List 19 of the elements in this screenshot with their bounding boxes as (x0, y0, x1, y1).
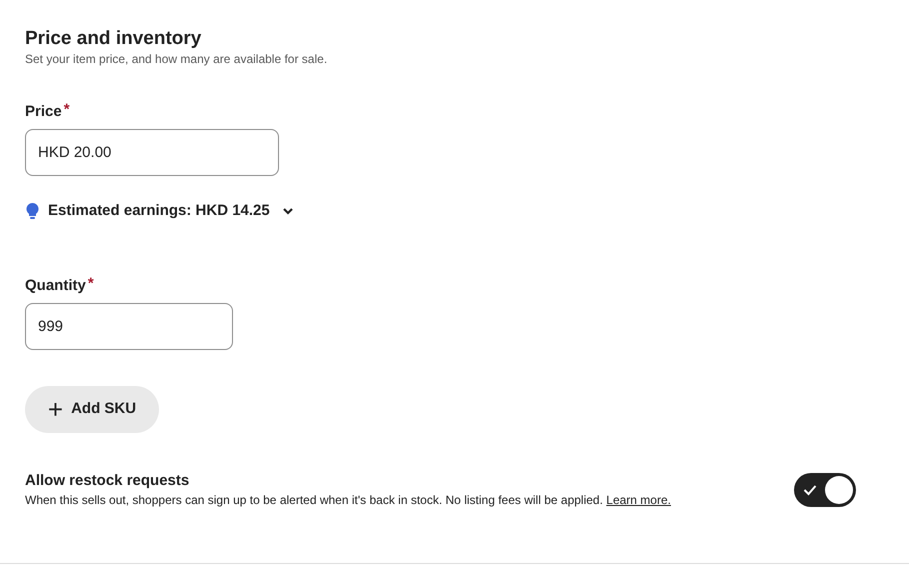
required-mark: * (88, 276, 94, 292)
check-icon (803, 484, 817, 496)
section-subtitle: Set your item price, and how many are available for sale. (25, 51, 328, 67)
lightbulb-icon (25, 202, 40, 220)
chevron-icon (282, 207, 294, 216)
section-title: Price and inventory (25, 27, 202, 51)
restock-title: Allow restock requests (25, 470, 190, 490)
field-label: Quantity (25, 276, 86, 296)
earnings-toggle[interactable]: Estimated earnings: HKD 14.25 (25, 200, 294, 222)
input-field[interactable]: 999 (25, 302, 233, 350)
learn-more-link[interactable]: Learn more. (606, 492, 671, 506)
switch-thumb (825, 476, 853, 504)
restock-description: When this sells out, shoppers can sign up to be alerted when it's back in stock. No listing fees will be applied. Learn more. (25, 492, 672, 508)
field-label: Price (25, 102, 62, 122)
input-field[interactable]: HKD 20.00 (25, 129, 279, 176)
restock-switch[interactable] (794, 472, 856, 506)
add-sku-button[interactable]: + Add SKU (25, 386, 159, 432)
required-mark: * (64, 102, 70, 118)
plus-icon: + (48, 396, 64, 422)
